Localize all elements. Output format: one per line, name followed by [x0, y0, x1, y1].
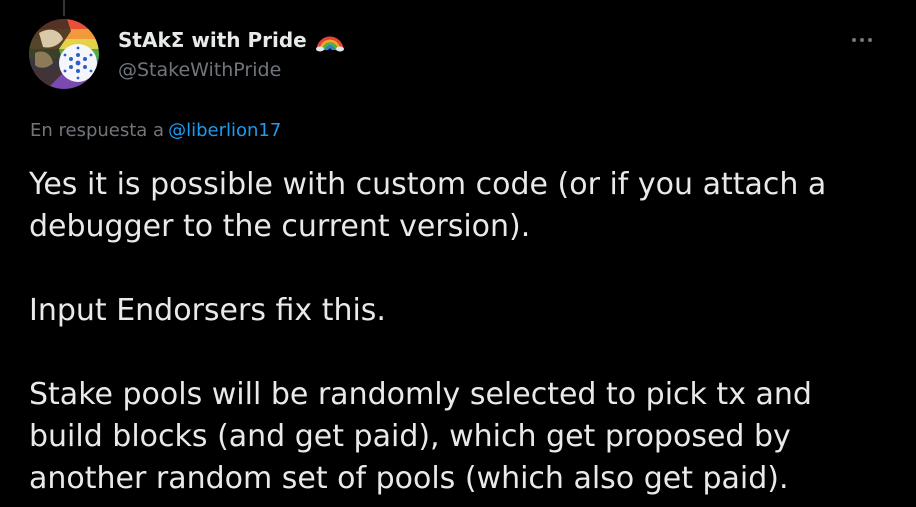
display-name-text: StAkΣ with Pride	[118, 28, 307, 52]
rainbow-icon	[315, 28, 345, 52]
tweet-text: Yes it is possible with custom code (or …	[29, 164, 889, 500]
avatar[interactable]	[29, 19, 99, 89]
tweet: StAkΣ with Pride @StakeWithPride En resp…	[0, 0, 916, 507]
reply-context: En respuesta a @liberlion17	[30, 119, 281, 143]
tweet-paragraph: Stake pools will be randomly selected to…	[29, 377, 812, 496]
more-options-button[interactable]	[842, 26, 882, 54]
thread-connector-line	[63, 0, 65, 16]
tweet-paragraph: Yes it is possible with custom code (or …	[29, 167, 827, 244]
avatar-image	[29, 19, 99, 89]
reply-prefix: En respuesta a	[30, 120, 165, 141]
more-options-icon	[852, 38, 872, 42]
tweet-paragraph: Input Endorsers fix this.	[29, 293, 386, 328]
display-name[interactable]: StAkΣ with Pride	[118, 28, 345, 52]
reply-mention-link[interactable]: @liberlion17	[168, 120, 281, 141]
user-handle[interactable]: @StakeWithPride	[118, 58, 281, 82]
